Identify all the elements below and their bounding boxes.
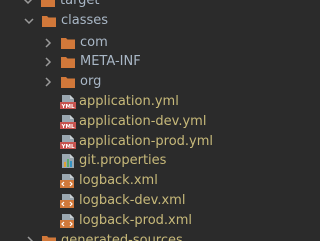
tree-item-logback-prod-xml[interactable]: logback-prod.xml [0,211,306,231]
tree-item-label: generated-sources [61,233,183,241]
tree-item-label: META-INF [80,54,141,69]
tree-item-logback-xml[interactable]: logback.xml [0,171,306,191]
tree-item-application-dev-yml[interactable]: YML application-dev.yml [0,112,306,132]
tree-item-label: logback.xml [79,173,158,188]
xml-file-icon [60,213,76,229]
xml-file-icon [60,173,76,189]
chevron-right-icon[interactable] [24,235,36,241]
svg-text:YML: YML [61,104,75,110]
folder-icon [60,74,76,90]
folder-icon [60,35,76,51]
tree-item-git-properties[interactable]: git.properties [0,151,306,171]
folder-icon [60,54,76,70]
chevron-right-icon[interactable] [42,37,54,49]
tree-item-meta-inf[interactable]: META-INF [0,52,306,72]
folder-icon [41,233,57,241]
tree-item-label: git.properties [79,153,167,168]
tree-item-target[interactable]: target [0,0,306,11]
chevron-down-icon[interactable] [23,15,35,27]
project-tree: target classes com META-INF org YML appl… [0,0,306,241]
tree-item-label: target [60,0,100,8]
tree-item-classes[interactable]: classes [0,11,306,31]
chevron-down-icon[interactable] [22,0,34,7]
tree-item-logback-dev-xml[interactable]: logback-dev.xml [0,191,306,211]
tree-item-label: logback-prod.xml [79,213,193,228]
tree-item-label: application-dev.yml [79,114,207,129]
yml-file-icon: YML [60,134,76,150]
tree-item-com[interactable]: com [0,33,306,53]
yml-file-icon: YML [60,94,76,110]
folder-icon [40,0,56,9]
yml-file-icon: YML [60,114,76,130]
folder-icon [41,13,57,29]
tree-item-label: classes [61,13,109,28]
svg-text:YML: YML [61,144,75,150]
svg-text:YML: YML [61,124,75,130]
tree-item-generated-sources[interactable]: generated-sources [0,231,306,241]
tree-item-label: application-prod.yml [79,134,214,149]
tree-item-application-prod-yml[interactable]: YML application-prod.yml [0,132,306,152]
tree-item-label: com [80,35,108,50]
properties-file-icon [60,153,76,169]
tree-item-label: logback-dev.xml [79,193,186,208]
xml-file-icon [60,193,76,209]
tree-item-org[interactable]: org [0,72,306,92]
tree-item-application-yml[interactable]: YML application.yml [0,92,306,112]
chevron-right-icon[interactable] [42,76,54,88]
chevron-right-icon[interactable] [42,56,54,68]
tree-item-label: org [80,74,102,89]
tree-item-label: application.yml [79,94,179,109]
